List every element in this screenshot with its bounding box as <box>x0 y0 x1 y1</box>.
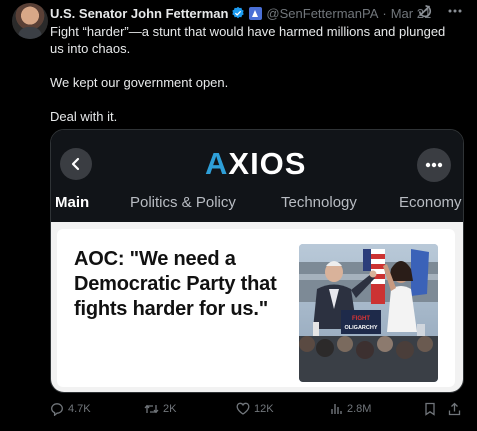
section-tabs: Main Politics & Policy Technology Econom… <box>51 192 463 216</box>
repost-action[interactable]: 2K <box>144 402 176 416</box>
article-area: AOC: "We need a Democratic Party that fi… <box>51 222 463 392</box>
tab-main: Main <box>55 194 90 211</box>
tweet-header: U.S. Senator John Fetterman @SenFetterma… <box>50 4 431 22</box>
more-button <box>417 148 451 182</box>
verified-badge-icon <box>232 6 245 19</box>
svg-text:FIGHT: FIGHT <box>352 316 370 322</box>
tweet[interactable]: U.S. Senator John Fetterman @SenFetterma… <box>0 0 477 431</box>
grok-icon[interactable] <box>417 3 433 19</box>
more-options-icon[interactable] <box>447 3 463 19</box>
tweet-text: Fight “harder”—a stunt that would have h… <box>50 23 460 125</box>
tweet-top-actions <box>417 3 463 19</box>
author-handle[interactable]: @SenFettermanPA <box>266 6 378 21</box>
tweet-actions: 4.7K 2K 12K 2.8M <box>50 400 464 420</box>
views-count: 2.8M <box>347 402 372 415</box>
axios-app-header: AXIOS Main Politics & Policy Technology … <box>51 130 463 222</box>
share-icon[interactable] <box>448 402 461 416</box>
repost-count: 2K <box>163 403 177 415</box>
views-bar-chart-icon <box>331 404 342 414</box>
article-headline: AOC: "We need a Democratic Party that fi… <box>74 248 277 320</box>
axios-logo: AXIOS <box>205 146 307 181</box>
rally-photo: FIGHT OLIGARCHY <box>299 244 438 382</box>
views-action[interactable]: 2.8M <box>330 402 371 415</box>
government-badge-icon <box>249 6 263 20</box>
media-card[interactable]: AXIOS Main Politics & Policy Technology … <box>50 129 464 393</box>
reply-count: 4.7K <box>68 403 91 415</box>
tab-politics-policy: Politics & Policy <box>130 194 236 211</box>
avatar[interactable] <box>12 3 48 39</box>
tab-technology: Technology <box>281 194 357 211</box>
reply-icon <box>51 403 63 416</box>
tab-economy: Economy <box>399 194 462 211</box>
author-name[interactable]: U.S. Senator John Fetterman <box>50 6 228 21</box>
svg-text:OLIGARCHY: OLIGARCHY <box>345 325 378 331</box>
like-count: 12K <box>254 402 274 415</box>
heart-icon <box>236 402 250 415</box>
tweet-text-line: We kept our government open. <box>50 75 229 90</box>
tweet-text-line: Fight “harder”—a stunt that would have h… <box>50 24 446 56</box>
article-photo: FIGHT OLIGARCHY <box>299 244 438 382</box>
article-card: AOC: "We need a Democratic Party that fi… <box>57 229 455 387</box>
back-button <box>60 148 92 180</box>
bookmark-icon[interactable] <box>424 402 436 416</box>
reply-action[interactable]: 4.7K <box>50 402 91 416</box>
separator-dot: · <box>382 5 387 21</box>
repost-icon <box>144 404 159 414</box>
tweet-text-line: Deal with it. <box>50 109 118 124</box>
ellipsis-icon <box>425 162 443 168</box>
like-action[interactable]: 12K <box>236 402 274 415</box>
chevron-left-icon <box>71 157 80 171</box>
axios-logo-text: AXIOS <box>205 146 307 181</box>
